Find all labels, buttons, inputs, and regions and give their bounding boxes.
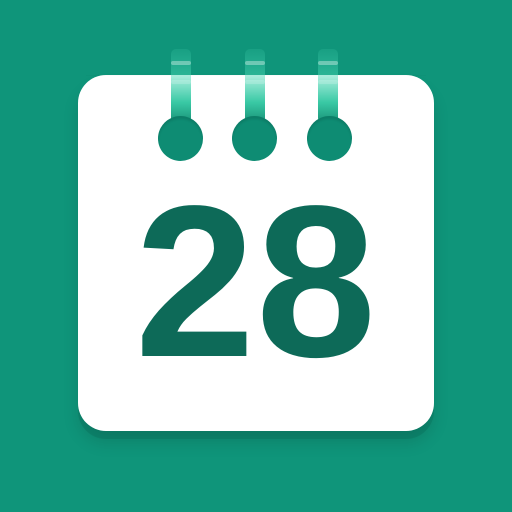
calendar-app-icon[interactable]: 28	[0, 0, 512, 512]
binder-hole-3	[307, 116, 352, 161]
calendar-day-number: 28	[134, 160, 378, 402]
binder-ring-3	[318, 49, 338, 123]
binder-hole-2	[232, 116, 277, 161]
binder-hole-1	[158, 116, 203, 161]
binder-ring-2	[245, 49, 265, 123]
binder-ring-1	[171, 49, 191, 123]
